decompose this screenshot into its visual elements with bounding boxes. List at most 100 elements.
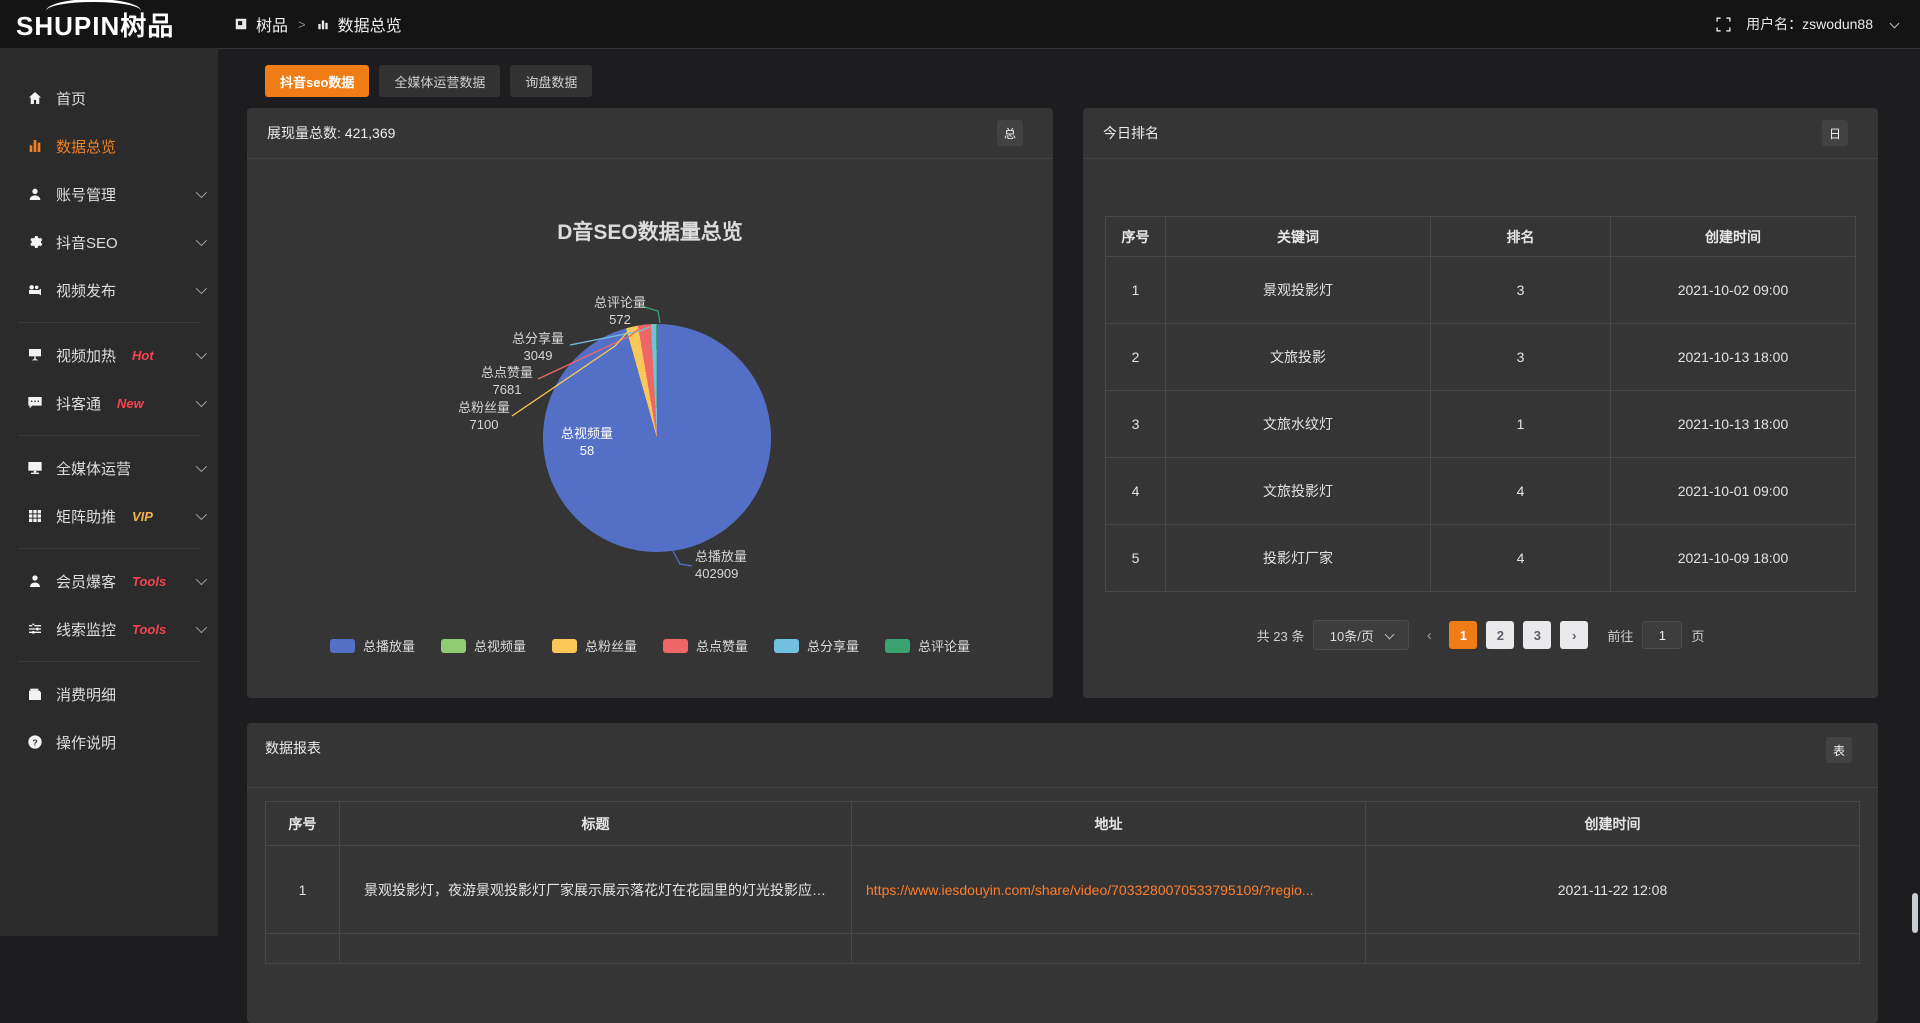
pie-legend: 总播放量 总视频量 总粉丝量 总点赞量 xyxy=(247,636,1053,655)
next-page-button[interactable]: › xyxy=(1560,621,1588,649)
wallet-icon xyxy=(26,686,43,703)
user-icon xyxy=(26,186,43,203)
legend-label: 总点赞量 xyxy=(696,636,748,655)
sidebar-item-label: 视频加热 xyxy=(56,345,116,366)
sidebar-item-label: 视频发布 xyxy=(56,280,116,301)
divider xyxy=(1083,158,1878,159)
bar-chart-icon xyxy=(316,17,330,31)
main-content: 抖音seo数据 全媒体运营数据 询盘数据 展现量总数: 421,369 总 D音… xyxy=(218,48,1920,936)
chevron-down-icon xyxy=(196,283,207,294)
cell-created: 2021-11-22 12:08 xyxy=(1366,846,1860,934)
sidebar-item-label: 操作说明 xyxy=(56,732,116,753)
sidebar-item-lead-monitor[interactable]: 线索监控 Tools xyxy=(0,605,218,653)
tab-media-ops-data[interactable]: 全媒体运营数据 xyxy=(379,65,500,97)
sidebar-item-home[interactable]: 首页 xyxy=(0,74,218,122)
breadcrumb-current[interactable]: 数据总览 xyxy=(338,12,402,36)
legend-item[interactable]: 总分享量 xyxy=(774,636,859,655)
cell-keyword: 文旅水纹灯 xyxy=(1166,391,1431,458)
topbar: SHUPIN树品 树品 > 数据总览 用户名：zswodun88 xyxy=(0,0,1920,48)
chat-bubble-icon xyxy=(26,395,43,412)
legend-item[interactable]: 总视频量 xyxy=(441,636,526,655)
chevron-down-icon xyxy=(196,187,207,198)
col-rank: 排名 xyxy=(1431,217,1611,257)
sliders-icon xyxy=(26,621,43,638)
legend-label: 总视频量 xyxy=(474,636,526,655)
table-view-button[interactable]: 表 xyxy=(1826,737,1852,763)
cell-keyword: 投影灯厂家 xyxy=(1166,525,1431,592)
cell-index: 5 xyxy=(1106,525,1166,592)
sidebar-item-member-tools[interactable]: 会员爆客 Tools xyxy=(0,557,218,605)
fullscreen-icon[interactable] xyxy=(1715,16,1732,33)
pagination: 共 23 条 10条/页 ‹ 1 2 3 › 前往 页 xyxy=(1083,620,1878,650)
sidebar-item-media-ops[interactable]: 全媒体运营 xyxy=(0,444,218,492)
sidebar-item-video-publish[interactable]: 视频发布 xyxy=(0,266,218,314)
sidebar-item-spending[interactable]: 消费明细 xyxy=(0,670,218,718)
report-panel: 数据报表 表 序号 标题 地址 创建时间 1 xyxy=(247,723,1878,1023)
goto-page-input[interactable] xyxy=(1642,621,1682,649)
ranking-panel-title: 今日排名 xyxy=(1103,123,1159,143)
cell-index: 1 xyxy=(1106,257,1166,324)
legend-label: 总评论量 xyxy=(918,636,970,655)
chevron-down-icon xyxy=(196,396,207,407)
cell-index: 4 xyxy=(1106,458,1166,525)
legend-item[interactable]: 总评论量 xyxy=(885,636,970,655)
sidebar-item-doukétong[interactable]: 抖客通 New xyxy=(0,379,218,427)
legend-item[interactable]: 总粉丝量 xyxy=(552,636,637,655)
page-button-3[interactable]: 3 xyxy=(1523,621,1551,649)
legend-swatch xyxy=(663,639,688,653)
tab-douyin-seo[interactable]: 抖音seo数据 xyxy=(265,65,369,97)
sidebar-item-matrix-boost[interactable]: 矩阵助推 VIP xyxy=(0,492,218,540)
sidebar-item-data-overview[interactable]: 数据总览 xyxy=(0,122,218,170)
daily-view-button[interactable]: 日 xyxy=(1822,120,1848,146)
overview-panel: 展现量总数: 421,369 总 D音SEO数据量总览 总评论量572 总分享量… xyxy=(247,108,1053,698)
tools-badge: Tools xyxy=(132,622,166,637)
sidebar-divider xyxy=(18,435,200,436)
page-size-value: 10条/页 xyxy=(1330,626,1374,645)
page-size-select[interactable]: 10条/页 xyxy=(1313,620,1409,650)
tab-inquiry-data[interactable]: 询盘数据 xyxy=(510,65,592,97)
sidebar-item-label: 抖音SEO xyxy=(56,232,118,253)
cell-created: 2021-10-09 18:00 xyxy=(1611,525,1856,592)
sidebar-item-douyin-seo[interactable]: 抖音SEO xyxy=(0,218,218,266)
page-button-1[interactable]: 1 xyxy=(1449,621,1477,649)
sidebar-divider xyxy=(18,548,200,549)
cell-created: 2021-10-02 09:00 xyxy=(1611,257,1856,324)
logo-arc xyxy=(46,0,141,11)
prev-page-button[interactable]: ‹ xyxy=(1418,627,1440,644)
chart-title: D音SEO数据量总览 xyxy=(247,216,1053,246)
page-button-2[interactable]: 2 xyxy=(1486,621,1514,649)
sidebar-item-help[interactable]: ? 操作说明 xyxy=(0,718,218,766)
total-view-button[interactable]: 总 xyxy=(997,120,1023,146)
sidebar-item-label: 会员爆客 xyxy=(56,571,116,592)
pie-label-fans: 总粉丝量7100 xyxy=(439,399,529,433)
report-panel-title: 数据报表 xyxy=(265,738,321,758)
pie-label-shares: 总分享量3049 xyxy=(493,330,583,364)
sidebar-divider xyxy=(18,661,200,662)
page-scrollbar[interactable] xyxy=(1912,893,1918,933)
legend-item[interactable]: 总播放量 xyxy=(330,636,415,655)
video-link[interactable]: https://www.iesdouyin.com/share/video/70… xyxy=(866,882,1314,898)
table-row: 4 文旅投影灯 4 2021-10-01 09:00 xyxy=(1106,458,1856,525)
cell-rank: 3 xyxy=(1431,257,1611,324)
legend-swatch xyxy=(552,639,577,653)
report-table: 序号 标题 地址 创建时间 1 景观投影灯，夜游景观投影灯厂家展示展示落花灯在花… xyxy=(265,801,1860,964)
sidebar-item-video-heat[interactable]: 视频加热 Hot xyxy=(0,331,218,379)
table-row: 3 文旅水纹灯 1 2021-10-13 18:00 xyxy=(1106,391,1856,458)
sidebar: 首页 数据总览 账号管理 抖音SEO 视频发布 视频加热 Hot 抖客通 New… xyxy=(0,48,218,936)
tools-badge: Tools xyxy=(132,574,166,589)
app-logo: SHUPIN树品 xyxy=(0,6,218,43)
cell-created: 2021-10-13 18:00 xyxy=(1611,391,1856,458)
goto-unit-label: 页 xyxy=(1691,626,1704,645)
sidebar-item-label: 全媒体运营 xyxy=(56,458,131,479)
sidebar-item-account[interactable]: 账号管理 xyxy=(0,170,218,218)
cell-url: https://www.iesdouyin.com/share/video/70… xyxy=(852,846,1366,934)
ranking-table: 序号 关键词 排名 创建时间 1 景观投影灯 3 2021-10-02 09:0… xyxy=(1105,216,1856,592)
table-header-row: 序号 关键词 排名 创建时间 xyxy=(1106,217,1856,257)
breadcrumb: 树品 > 数据总览 xyxy=(234,12,402,36)
goto-label: 前往 xyxy=(1607,626,1633,645)
legend-swatch xyxy=(441,639,466,653)
legend-item[interactable]: 总点赞量 xyxy=(663,636,748,655)
video-camera-icon xyxy=(26,282,43,299)
breadcrumb-root[interactable]: 树品 xyxy=(256,12,288,36)
username-label[interactable]: 用户名：zswodun88 xyxy=(1746,14,1873,34)
